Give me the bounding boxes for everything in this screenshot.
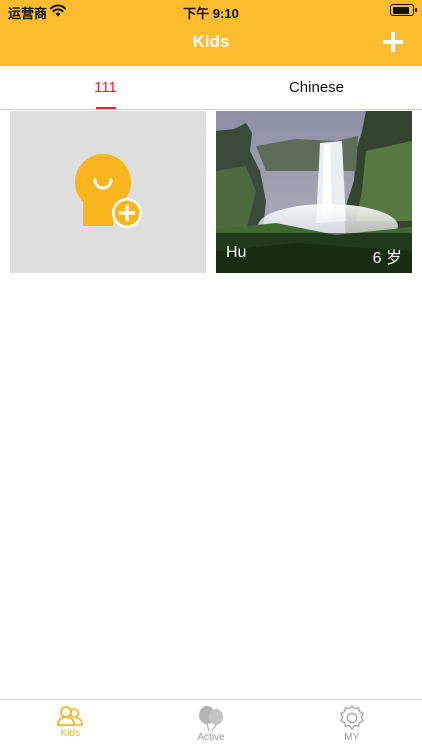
header: 运营商 下午 9:10 Kids — [0, 0, 422, 66]
gear-icon — [339, 705, 364, 730]
kid-card[interactable]: Hu 6 岁 — [216, 111, 412, 273]
kid-name: Hu — [226, 244, 247, 261]
tabbar-label: Kids — [60, 728, 81, 739]
bottom-tab-bar: Kids Active MY — [0, 699, 422, 750]
category-tabs: 111 Chinese — [0, 66, 422, 110]
status-bar: 运营商 下午 9:10 — [0, 0, 422, 22]
tab-111[interactable]: 111 — [0, 66, 211, 109]
tab-underline — [95, 107, 116, 109]
add-kid-card[interactable] — [10, 111, 206, 273]
tab-chinese[interactable]: Chinese — [211, 66, 422, 109]
tab-label: 111 — [94, 79, 117, 96]
balloons-icon — [199, 706, 223, 731]
clock: 下午 9:10 — [183, 6, 239, 21]
kids-grid: Hu 6 岁 — [10, 111, 412, 273]
kid-age: 6 岁 — [372, 250, 402, 267]
tabbar-item-active[interactable]: Active — [141, 700, 282, 750]
tabbar-label: Active — [197, 732, 225, 743]
add-kid-icon — [75, 154, 142, 228]
kid-caption: Hu 6 岁 — [216, 233, 412, 273]
tabbar-label: MY — [344, 732, 360, 743]
kids-icon — [57, 706, 84, 726]
plus-icon[interactable] — [380, 29, 406, 55]
page-title: Kids — [192, 32, 230, 51]
tab-label: Chinese — [288, 79, 345, 96]
tabbar-item-my[interactable]: MY — [281, 700, 422, 750]
battery-icon — [390, 4, 417, 16]
tabbar-item-kids[interactable]: Kids — [0, 700, 141, 750]
